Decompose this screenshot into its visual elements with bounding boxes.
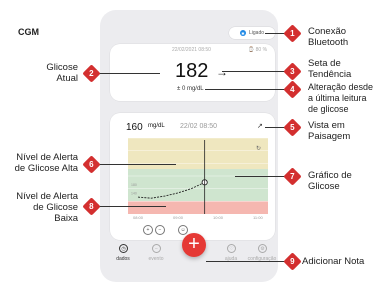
marker-1: 1: [283, 24, 302, 43]
marker-2: 2: [82, 64, 101, 83]
help-icon[interactable]: ♡: [227, 244, 236, 253]
person-icon[interactable]: ☺: [178, 225, 188, 235]
chart-glucose-value: 160: [126, 122, 143, 133]
callout-text-7: Gráfico de Glicose: [308, 170, 352, 192]
marker-9-number: 9: [290, 256, 295, 266]
marker-7-number: 7: [290, 171, 295, 181]
marker-6-number: 6: [89, 159, 94, 169]
chart-timestamp: 22/02 08:50: [180, 123, 217, 130]
current-glucose-value: 182: [175, 60, 209, 82]
callout-line-1: [265, 33, 285, 34]
marker-9: 9: [283, 252, 302, 271]
callout-line-5: [265, 127, 285, 128]
marker-2-number: 2: [89, 68, 94, 78]
nav-item-evento[interactable]: evento: [136, 256, 176, 262]
callout-line-3: [222, 71, 285, 72]
callout-line-6: [96, 164, 176, 165]
app-title: CGM: [18, 27, 39, 37]
marker-5: 5: [283, 118, 302, 137]
marker-5-number: 5: [290, 122, 295, 132]
sensor-battery-value: 80 %: [255, 47, 268, 53]
marker-8: 8: [82, 197, 101, 216]
bluetooth-icon: ✱: [239, 30, 246, 36]
callout-line-7: [235, 176, 285, 177]
callout-line-2: [96, 73, 160, 74]
marker-8-number: 8: [89, 201, 94, 211]
trend-arrow-icon: →: [216, 65, 228, 79]
callout-text-2: Glicose Atual: [46, 62, 78, 84]
marker-3-number: 3: [290, 66, 295, 76]
marker-1-number: 1: [290, 28, 295, 38]
chart-glucose-unit: mg/dL: [148, 123, 165, 129]
callout-text-5: Vista em Paisagem: [308, 120, 351, 142]
callout-line-8: [96, 206, 166, 207]
zoom-out-icon[interactable]: −: [155, 225, 165, 235]
marker-6: 6: [82, 155, 101, 174]
settings-icon[interactable]: ⚙: [258, 244, 267, 253]
marker-4-number: 4: [290, 84, 295, 94]
callout-text-6: Nível de Alerta de Glicose Alta: [14, 152, 78, 174]
callout-text-1: Conexão Bluetooth: [308, 26, 349, 48]
marker-4: 4: [283, 80, 302, 99]
event-icon[interactable]: −: [152, 244, 161, 253]
bluetooth-status-label: Ligado: [248, 30, 264, 36]
add-note-button[interactable]: +: [182, 233, 206, 257]
marker-7: 7: [283, 167, 302, 186]
glucose-delta: ± 0 mg/dL: [177, 86, 204, 92]
callout-text-8: Nível de Alerta de Glicose Baixa: [16, 191, 78, 224]
landscape-view-icon[interactable]: ↗: [257, 122, 263, 130]
callout-line-4: [205, 89, 285, 90]
callout-text-9: Adicionar Nota: [302, 256, 365, 267]
sensor-battery: ⌚ 80 %: [248, 47, 268, 53]
callout-line-9: [206, 261, 285, 262]
callout-text-3: Seta de Tendência: [308, 58, 352, 80]
current-timestamp: 22/02/2021 08:50: [172, 47, 211, 53]
data-icon[interactable]: ◷: [119, 244, 128, 253]
marker-3: 3: [283, 62, 302, 81]
zoom-in-icon[interactable]: +: [143, 225, 153, 235]
callout-text-4: Alteração desde a última leitura de glicos…: [308, 82, 374, 114]
